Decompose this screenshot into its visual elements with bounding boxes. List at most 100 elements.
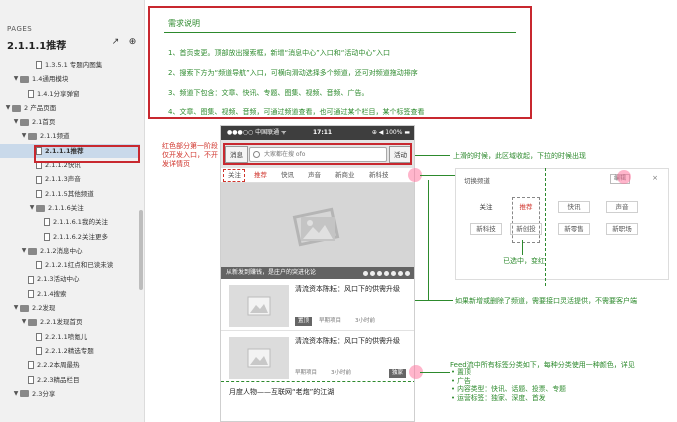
expand-arrow-icon[interactable]: ▼: [4, 101, 12, 115]
carousel-dot[interactable]: [363, 271, 368, 276]
tab-flash[interactable]: 快讯: [281, 168, 294, 183]
requirement-line-3: 3、频道下包含：文章、快讯、专题、图集、视频、音频、广告。: [168, 89, 369, 97]
page-tree-item[interactable]: 2.2.1.2精选专题: [0, 344, 140, 358]
phone-mockup: ●●●○○ 中国联通 ᯤ 17:11 ⊕ ◀ 100% ▬ 消息 大家都在搜 o…: [220, 125, 415, 422]
page-tree-label: 2.1.2.1红点和已读未读: [45, 261, 114, 270]
channel-chip[interactable]: 新零售: [558, 223, 590, 235]
tab-follow[interactable]: 关注: [228, 168, 241, 183]
folder-icon: [20, 118, 29, 126]
feed-item[interactable]: 月度人物——互联网“老炮”的江湖: [221, 381, 414, 421]
page-tree-item[interactable]: ▼ 2.2发现: [0, 301, 140, 315]
expand-arrow-icon[interactable]: ▼: [20, 129, 28, 143]
channel-chip-active[interactable]: 推荐: [510, 201, 542, 213]
tab-new-tech[interactable]: 新科技: [369, 168, 389, 183]
carousel-dot[interactable]: [377, 271, 382, 276]
page-tree-item[interactable]: ▼ 2.1首页: [0, 115, 140, 129]
page-tree-item[interactable]: ▼ 1.4通用模块: [0, 72, 140, 86]
export-icon[interactable]: ↗: [110, 37, 121, 48]
expand-arrow-icon[interactable]: ▼: [20, 244, 28, 258]
selected-state-note: 已选中，变红: [503, 257, 545, 265]
feed-thumbnail: [229, 285, 289, 327]
channel-chip[interactable]: 新创投: [510, 223, 542, 235]
tab-recommend[interactable]: 推荐: [254, 168, 267, 183]
feed-item[interactable]: 清流资本陈耘：风口下的供需升级 早期项目 3小时前 独家: [221, 331, 414, 383]
page-tree-item[interactable]: 1.4.1分享弹窗: [0, 87, 140, 101]
carousel-dot[interactable]: [370, 271, 375, 276]
feed-badge-pinned: 置顶: [295, 317, 313, 326]
top-navbar: 消息 大家都在搜 ofo 活动: [221, 140, 414, 168]
page-tree-item[interactable]: 2.1.1.6.1我的关注: [0, 215, 140, 229]
page-tree-item[interactable]: 2.1.1.5其他频道: [0, 187, 140, 201]
page-tree-item[interactable]: ▼ 2.1.2消息中心: [0, 244, 140, 258]
annotation-connector: [545, 168, 546, 286]
add-page-icon[interactable]: ⊕: [127, 37, 138, 48]
feed-title: 清流资本陈耘：风口下的供需升级: [295, 285, 400, 293]
feed-time: 3小时前: [331, 370, 351, 376]
page-tree-label: 2.1.1.3声音: [45, 175, 81, 184]
page-tree-item[interactable]: 2.2.2本周最热: [0, 358, 140, 372]
page-tree-item[interactable]: 2.1.2.1红点和已读未读: [0, 258, 140, 272]
channel-switch-panel: 切换频道 编辑 × 关注 推荐 快讯 声音 新科技 新创投 新零售 新职场: [455, 168, 669, 280]
page-tree-item[interactable]: ▼ 2.1.1.6关注: [0, 201, 140, 215]
banner-caption-text: 从新发到赚钱，是庄户的突进化论: [226, 269, 317, 276]
annotation-connector: [522, 240, 523, 255]
page-tree-label: 2.1.1频道: [40, 132, 70, 141]
selected-page-highlight: [34, 145, 140, 163]
page-tree-label: 2.2.3精品栏目: [37, 375, 80, 384]
page-tree-label: 2.1.2消息中心: [40, 246, 83, 255]
page-tree-item[interactable]: ▼ 2 产品页面: [0, 101, 140, 115]
carousel-dot[interactable]: [398, 271, 403, 276]
image-placeholder-icon: [292, 207, 340, 247]
page-tree-item[interactable]: 2.1.1.6.2关注更多: [0, 230, 140, 244]
channel-chip[interactable]: 新科技: [470, 223, 502, 235]
page-tree-label: 2.2.2本周最热: [37, 361, 80, 370]
page-icon: [44, 232, 50, 241]
annotation-connector: [415, 300, 453, 301]
expand-arrow-icon[interactable]: ▼: [12, 387, 20, 401]
page-tree-item[interactable]: ▼ 2.2.1发现首页: [0, 315, 140, 329]
close-icon[interactable]: ×: [652, 174, 658, 182]
feed-time: 3小时前: [355, 318, 375, 324]
carousel-dot[interactable]: [384, 271, 389, 276]
page-icon: [28, 89, 34, 98]
channel-chip[interactable]: 快讯: [558, 201, 590, 213]
carousel-dot[interactable]: [405, 271, 410, 276]
page-tree-item[interactable]: 2.2.3精品栏目: [0, 373, 140, 387]
channel-chip[interactable]: 关注: [470, 201, 502, 213]
expand-arrow-icon[interactable]: ▼: [12, 72, 20, 86]
page-tree-item[interactable]: 2.2.1.1喷氪儿: [0, 330, 140, 344]
sidebar-toolbar: ↗ ⊕: [110, 37, 138, 48]
expand-arrow-icon[interactable]: ▼: [12, 301, 20, 315]
page-tree-label: 2.1.1.6关注: [48, 203, 84, 212]
pages-label: PAGES: [7, 25, 33, 33]
phase-note: 红色部分第一阶段仅开发入口，不开发详情页: [162, 142, 218, 168]
page-tree-item[interactable]: 1.3.5.1 专题内图集: [0, 58, 140, 72]
status-bar: ●●●○○ 中国联通 ᯤ 17:11 ⊕ ◀ 100% ▬: [221, 126, 414, 140]
sidebar-scrollbar[interactable]: [139, 210, 143, 290]
folder-icon: [12, 104, 21, 112]
page-tree-item[interactable]: 2.1.3活动中心: [0, 272, 140, 286]
page-tree-label: 2.3分享: [32, 389, 56, 398]
page-tree-item[interactable]: 2.1.1.3声音: [0, 172, 140, 186]
banner-carousel[interactable]: 从新发到赚钱，是庄户的突进化论: [221, 183, 414, 279]
page-icon: [28, 275, 34, 284]
tab-new-business[interactable]: 新商业: [335, 168, 355, 183]
expand-arrow-icon[interactable]: ▼: [20, 315, 28, 329]
channel-chip[interactable]: 新职场: [606, 223, 638, 235]
expand-arrow-icon[interactable]: ▼: [28, 201, 36, 215]
battery-indicator: ⊕ ◀ 100% ▬: [371, 129, 410, 136]
page-tree-item[interactable]: ▼ 2.3分享: [0, 387, 140, 401]
image-placeholder-icon: [247, 348, 271, 368]
scroll-behavior-note: 上滑的时候，此区域收起，下拉的时候出现: [453, 152, 586, 160]
page-tree-item[interactable]: 2.1.4搜索: [0, 287, 140, 301]
page-tree-label: 2.2.1.2精选专题: [45, 346, 94, 355]
tab-voice[interactable]: 声音: [308, 168, 321, 183]
expand-arrow-icon[interactable]: ▼: [12, 115, 20, 129]
channel-chip[interactable]: 声音: [606, 201, 638, 213]
page-tree-item[interactable]: ▼ 2.1.1频道: [0, 129, 140, 143]
feed-item[interactable]: 清流资本陈耘：风口下的供需升级 置顶 早期项目 3小时前: [221, 279, 414, 331]
requirement-line-4: 4、文章、图集、视频、音频，可通过频道查看，也可通过某个栏目，某个标签查看: [168, 108, 425, 116]
carousel-dot[interactable]: [391, 271, 396, 276]
clock: 17:11: [313, 129, 333, 136]
page-icon: [36, 175, 42, 184]
